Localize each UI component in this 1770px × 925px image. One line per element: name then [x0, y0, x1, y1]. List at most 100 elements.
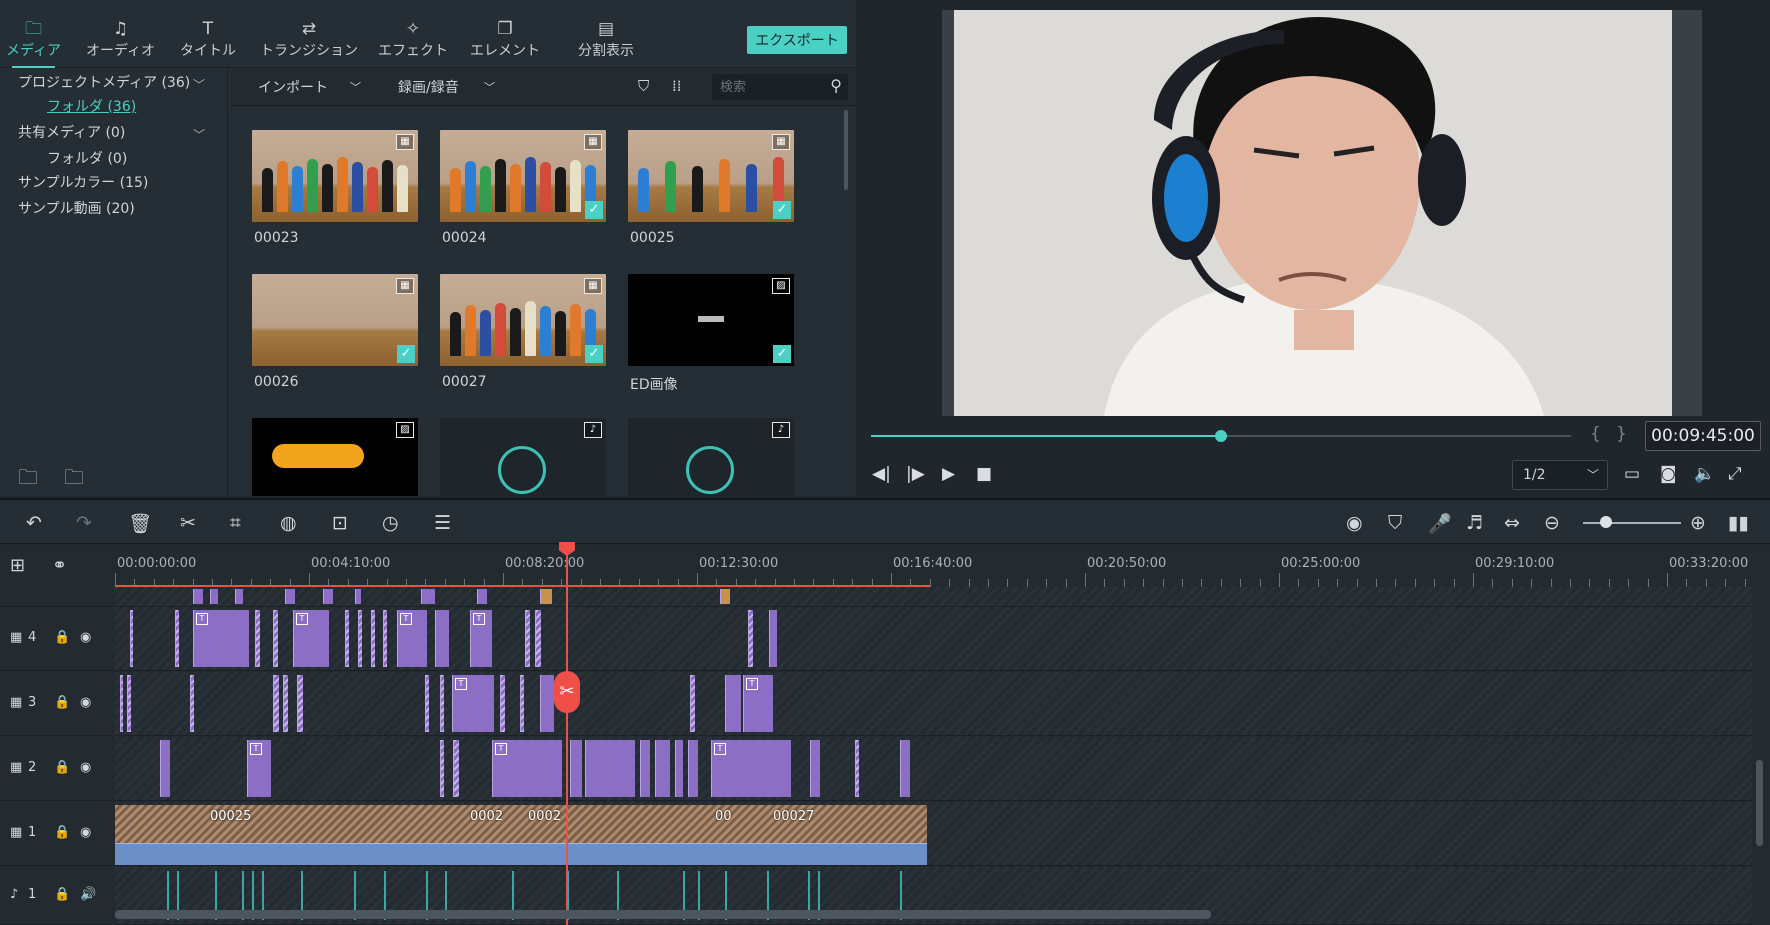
timeline-clip[interactable]: [355, 589, 361, 604]
record-button[interactable]: 録画/録音: [398, 77, 459, 97]
lock-icon[interactable]: 🔒: [54, 760, 70, 775]
timeline-clip[interactable]: T: [492, 740, 562, 797]
library-shared-folder[interactable]: フォルダ (0): [47, 148, 127, 170]
export-button[interactable]: エクスポート: [747, 26, 847, 54]
timeline-clip[interactable]: [160, 740, 170, 797]
timeline-clip[interactable]: [720, 589, 730, 604]
timeline-clip[interactable]: [640, 740, 650, 797]
delete-folder-icon[interactable]: 🗀: [64, 463, 84, 497]
tab-element[interactable]: ❐ エレメント: [470, 18, 540, 64]
mark-out-icon[interactable]: }: [1616, 424, 1627, 444]
tab-split-screen[interactable]: ▤ 分割表示: [578, 18, 634, 64]
adjust-icon[interactable]: ☰: [434, 512, 451, 534]
eye-icon[interactable]: ◉: [80, 630, 91, 645]
timeline-clip[interactable]: [500, 675, 505, 732]
search-box[interactable]: ⚲: [712, 74, 848, 100]
timeline-clip[interactable]: [235, 589, 243, 604]
mark-in-icon[interactable]: {: [1590, 424, 1601, 444]
cut-icon[interactable]: ✂: [180, 512, 196, 534]
fit-timeline-icon[interactable]: ⇔: [1504, 512, 1520, 534]
lock-icon[interactable]: 🔒: [54, 887, 70, 902]
delete-icon[interactable]: 🗑: [128, 512, 152, 535]
track-lane[interactable]: 00025 0002 0002 00 00027: [115, 802, 1752, 866]
track-lane[interactable]: [115, 587, 1752, 607]
previous-frame-icon[interactable]: ◀|: [872, 464, 891, 484]
timeline-clip[interactable]: [285, 589, 295, 604]
playback-progress-knob[interactable]: [1215, 430, 1227, 442]
playback-progress[interactable]: [871, 430, 1571, 442]
chevron-down-icon[interactable]: ﹀: [350, 79, 361, 95]
timeline-clip[interactable]: [855, 740, 859, 797]
timeline-clip[interactable]: [769, 610, 777, 667]
timeline-clip[interactable]: [283, 675, 288, 732]
timeline-clip[interactable]: T: [193, 610, 249, 667]
timeline-clip[interactable]: T: [743, 675, 773, 732]
playhead[interactable]: [566, 544, 568, 925]
timeline-clip[interactable]: T: [247, 740, 271, 797]
media-scrollbar[interactable]: [844, 110, 848, 190]
zoom-slider-knob[interactable]: [1600, 516, 1612, 528]
fullscreen-icon[interactable]: ⤢: [1728, 464, 1742, 484]
play-icon[interactable]: ▶: [942, 464, 955, 484]
timeline-clip[interactable]: T: [397, 610, 427, 667]
timeline-clip[interactable]: [440, 740, 444, 797]
timeline-clip[interactable]: [255, 610, 260, 667]
main-video-clip[interactable]: 00025 0002 0002 00 00027: [115, 805, 927, 865]
timeline-horizontal-scrollbar[interactable]: [115, 910, 1211, 919]
zoom-slider[interactable]: [1583, 522, 1681, 524]
timeline-clip[interactable]: [435, 610, 449, 667]
timeline-clip[interactable]: [525, 610, 530, 667]
chevron-down-icon[interactable]: ﹀: [193, 76, 205, 93]
media-thumbnail[interactable]: ▦ ✓: [440, 130, 606, 222]
crop-icon[interactable]: ⌗: [230, 512, 241, 534]
media-thumbnail[interactable]: ♪: [628, 418, 794, 496]
panel-layout-icon[interactable]: ▮▮: [1728, 512, 1749, 534]
display-settings-icon[interactable]: ▭: [1624, 464, 1640, 484]
timeline-clip[interactable]: [193, 589, 203, 604]
timeline-ruler[interactable]: ⊞ ⚭ 00:00:00:00 00:04:10:00 00:08:20:00 00:…: [0, 545, 1770, 587]
lock-icon[interactable]: 🔒: [54, 695, 70, 710]
timeline-clip[interactable]: [358, 610, 362, 667]
media-thumbnail[interactable]: ▦ ✓: [440, 274, 606, 366]
stop-icon[interactable]: ■: [976, 464, 992, 484]
track-lane[interactable]: TTTT: [115, 607, 1752, 671]
add-track-icon[interactable]: ⊞: [10, 555, 25, 576]
media-thumbnail[interactable]: ▦ ✓: [252, 274, 418, 366]
timeline-clip[interactable]: [688, 740, 698, 797]
split-icon[interactable]: ✂: [554, 671, 580, 713]
timeline-clip[interactable]: [540, 589, 552, 604]
timeline-clip[interactable]: T: [293, 610, 329, 667]
search-input[interactable]: [720, 77, 820, 97]
preview-quality-select[interactable]: 1/2 ﹀: [1512, 460, 1608, 490]
timeline-clip[interactable]: [425, 675, 429, 732]
library-project-media[interactable]: プロジェクトメディア (36): [18, 72, 190, 94]
audio-mixer-icon[interactable]: ♬: [1466, 512, 1483, 534]
grid-view-icon[interactable]: ⁞⁞: [672, 77, 682, 95]
eye-icon[interactable]: ◉: [80, 695, 91, 710]
timeline-clip[interactable]: [453, 740, 459, 797]
redo-icon[interactable]: ↷: [76, 512, 92, 534]
media-thumbnail[interactable]: ▦ ✓: [628, 130, 794, 222]
tab-transition[interactable]: ⇄ トランジション: [260, 18, 358, 64]
color-icon[interactable]: ◍: [280, 512, 297, 534]
chevron-down-icon[interactable]: ﹀: [193, 126, 205, 143]
timeline-clip[interactable]: [175, 610, 179, 667]
track-lane[interactable]: TT: [115, 672, 1752, 736]
import-button[interactable]: インポート: [258, 77, 328, 97]
tab-music-note[interactable]: ♫ オーディオ: [86, 18, 155, 64]
lock-icon[interactable]: 🔒: [54, 825, 70, 840]
timeline-clip[interactable]: [725, 675, 741, 732]
timeline-clip[interactable]: [323, 589, 333, 604]
zoom-out-icon[interactable]: ⊖: [1544, 512, 1560, 534]
tab-folder[interactable]: 🗀 メディア: [6, 18, 61, 68]
timeline-clip[interactable]: [383, 610, 387, 667]
track-lane[interactable]: TTT: [115, 737, 1752, 801]
timeline-clip[interactable]: [570, 740, 582, 797]
lock-icon[interactable]: 🔒: [54, 630, 70, 645]
speaker-icon[interactable]: 🔊: [80, 887, 96, 902]
timeline-clip[interactable]: T: [711, 740, 791, 797]
media-thumbnail[interactable]: ▨ ✓: [628, 274, 794, 366]
snapshot-icon[interactable]: ◙: [1660, 464, 1677, 484]
timeline-clip[interactable]: [675, 740, 683, 797]
marker-icon[interactable]: ⛉: [1388, 512, 1402, 534]
